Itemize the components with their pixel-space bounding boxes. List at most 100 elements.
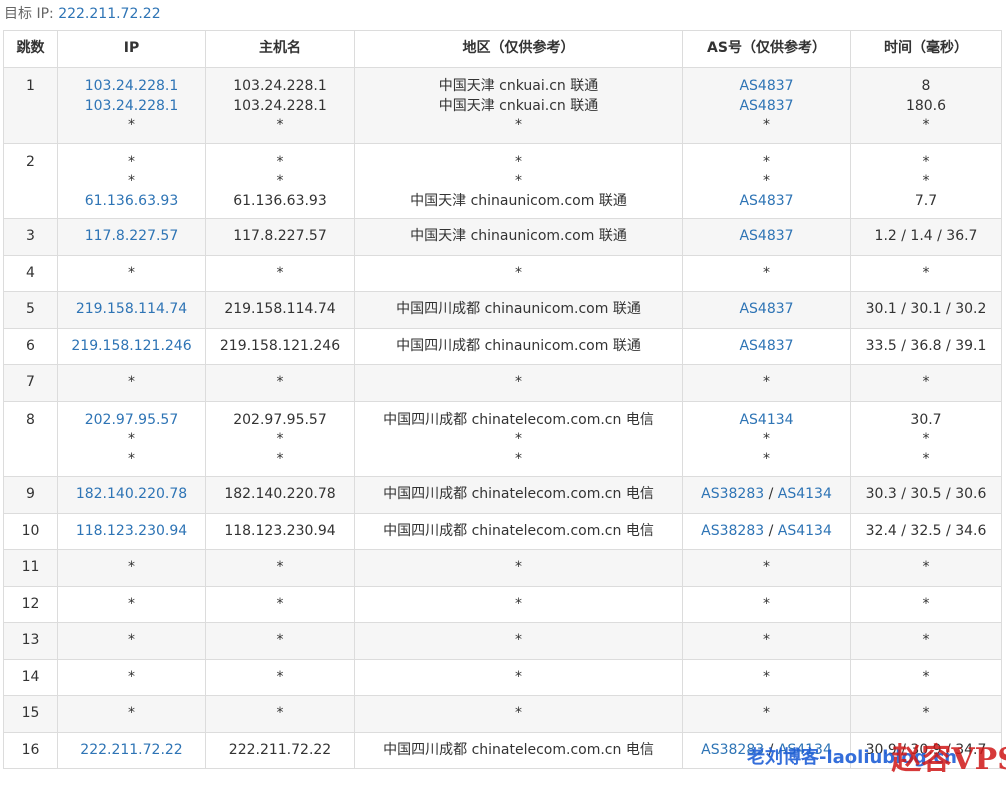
hop-cell: 9 <box>3 476 58 514</box>
ip-timeout: * <box>128 431 135 447</box>
asn-link[interactable]: AS4837 <box>739 228 793 244</box>
hostname-cell: 219.158.121.246 <box>205 327 355 365</box>
region-cell: 中国四川成都 chinaunicom.com 联通 <box>354 291 683 329</box>
hostname-cell: * * 61.136.63.93 <box>205 142 355 219</box>
ip-link[interactable]: 219.158.114.74 <box>62 300 201 320</box>
ip-cell: * <box>57 695 206 733</box>
ip-link[interactable]: 118.123.230.94 <box>62 522 201 542</box>
time-timeout: * <box>922 431 930 447</box>
region-timeout: * <box>515 668 522 685</box>
ip-link[interactable]: 202.97.95.57 <box>62 411 201 431</box>
ip-timeout: * <box>128 153 135 170</box>
hostname-text: 117.8.227.57 <box>233 228 327 244</box>
table-header-row: 跳数 IP 主机名 地区（仅供参考） AS号（仅供参考） 时间（毫秒） <box>3 30 1002 68</box>
hop-number: 3 <box>26 228 35 244</box>
ip-cell: 103.24.228.1 103.24.228.1 * <box>57 67 206 144</box>
hostname-timeout: * <box>276 595 284 612</box>
asn-line: * <box>687 558 846 578</box>
ip-timeout: * <box>128 264 135 281</box>
asn-link[interactable]: AS4134 <box>778 523 832 539</box>
time-timeout: * <box>922 595 930 612</box>
asn-line: AS38283 / AS4134 <box>687 485 846 505</box>
time-value: 180.6 <box>905 97 947 114</box>
region-text: 中国天津 cnkuai.cn 联通 <box>438 78 599 94</box>
hostname-cell: * <box>205 254 355 292</box>
ip-link[interactable]: 61.136.63.93 <box>62 192 201 212</box>
asn-link[interactable]: AS38283 <box>701 742 764 758</box>
asn-line: * <box>687 116 846 136</box>
hop-cell: 10 <box>3 512 58 550</box>
hostname-cell: 202.97.95.57 * * <box>205 400 355 477</box>
asn-timeout: * <box>763 632 770 648</box>
asn-separator: / <box>764 486 778 502</box>
ip-cell: 222.211.72.22 <box>57 731 206 769</box>
ip-timeout: * <box>128 173 135 189</box>
region-cell: * <box>354 622 683 660</box>
hop-number: 7 <box>26 374 35 390</box>
ip-link[interactable]: 219.158.121.246 <box>62 337 201 357</box>
time-timeout: * <box>922 668 930 685</box>
table-row: 1 103.24.228.1 103.24.228.1 * 103.24.228.1 10… <box>3 67 1002 144</box>
header-hostname: 主机名 <box>205 30 355 68</box>
ip-cell: * <box>57 254 206 292</box>
hostname-text: 103.24.228.1 <box>233 78 327 94</box>
asn-link[interactable]: AS4837 <box>739 301 793 317</box>
time-timeout: * <box>922 153 930 170</box>
ip-link[interactable]: 222.211.72.22 <box>62 741 201 761</box>
asn-link[interactable]: AS4134 <box>778 486 832 502</box>
hop-number: 1 <box>26 78 35 94</box>
asn-link[interactable]: AS4134 <box>739 412 793 428</box>
hostname-cell: * <box>205 549 355 587</box>
table-row: 11 * * * * * <box>3 549 1002 587</box>
ip-link[interactable]: 103.24.228.1 <box>62 97 201 117</box>
asn-line: * <box>687 595 846 615</box>
hop-cell: 3 <box>3 218 58 256</box>
asn-link[interactable]: AS38283 <box>701 523 764 539</box>
asn-line: * <box>687 704 846 724</box>
asn-cell: * <box>682 658 851 696</box>
region-cell: 中国四川成都 chinatelecom.com.cn 电信 <box>354 731 683 769</box>
asn-cell: * <box>682 695 851 733</box>
target-ip-value[interactable]: 222.211.72.22 <box>58 6 160 22</box>
asn-link[interactable]: AS4837 <box>739 98 793 114</box>
header-time: 时间（毫秒） <box>850 30 1002 68</box>
time-cell: 33.5 / 36.8 / 39.1 <box>850 327 1002 365</box>
ip-link[interactable]: 182.140.220.78 <box>62 485 201 505</box>
ip-timeout: * <box>128 632 135 648</box>
table-row: 8 202.97.95.57 * * 202.97.95.57 * * 中国四川成都 chin… <box>3 400 1002 477</box>
region-cell: 中国四川成都 chinatelecom.com.cn 电信 <box>354 512 683 550</box>
time-value: 30.3 / 30.5 / 30.6 <box>865 486 987 502</box>
asn-link[interactable]: AS4837 <box>739 338 793 354</box>
hostname-timeout: * <box>276 153 284 170</box>
asn-cell: AS38283 / AS4134 <box>682 476 851 514</box>
table-row: 15 * * * * * <box>3 695 1002 733</box>
asn-link[interactable]: AS4134 <box>778 742 832 758</box>
region-text: 中国四川成都 chinatelecom.com.cn 电信 <box>383 522 654 539</box>
hostname-text: 219.158.121.246 <box>219 337 341 354</box>
region-cell: 中国天津 cnkuai.cn 联通 中国天津 cnkuai.cn 联通 * <box>354 67 683 144</box>
table-row: 13 * * * * * <box>3 622 1002 660</box>
ip-link[interactable]: 117.8.227.57 <box>62 227 201 247</box>
asn-line: AS4837 <box>687 77 846 97</box>
region-timeout: * <box>515 705 522 721</box>
region-text: 中国天津 chinaunicom.com 联通 <box>410 192 627 209</box>
target-ip-label: 目标 IP: <box>4 6 54 22</box>
ip-cell: 117.8.227.57 <box>57 218 206 256</box>
asn-link[interactable]: AS38283 <box>701 486 764 502</box>
time-value: 1.2 / 1.4 / 36.7 <box>874 228 978 244</box>
asn-link[interactable]: AS4837 <box>739 78 793 94</box>
time-timeout: * <box>922 450 930 467</box>
asn-timeout: * <box>763 374 770 390</box>
hostname-timeout: * <box>276 668 284 685</box>
region-text: 中国四川成都 chinatelecom.com.cn 电信 <box>383 486 654 502</box>
asn-link[interactable]: AS4837 <box>739 193 793 209</box>
ip-link[interactable]: 103.24.228.1 <box>62 77 201 97</box>
ip-cell: 202.97.95.57 * * <box>57 400 206 477</box>
hostname-text: 103.24.228.1 <box>233 97 327 114</box>
hostname-text: 182.140.220.78 <box>224 486 336 502</box>
hostname-text: 118.123.230.94 <box>224 522 336 539</box>
ip-cell: * * 61.136.63.93 <box>57 142 206 219</box>
hop-cell: 16 <box>3 731 58 769</box>
hop-cell: 2 <box>3 142 58 219</box>
table-row: 5 219.158.114.74 219.158.114.74 中国四川成都 chin… <box>3 291 1002 329</box>
